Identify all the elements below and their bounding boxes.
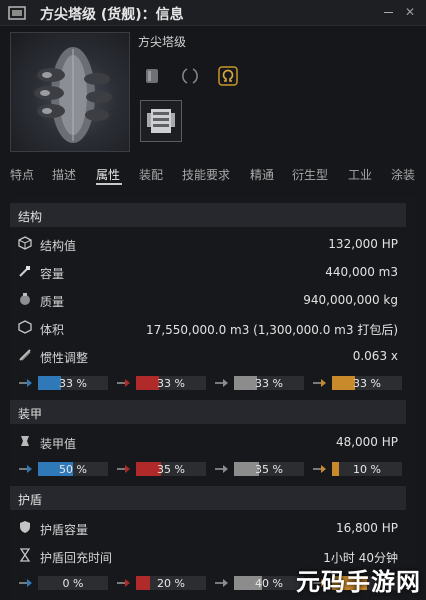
attribute-value: 440,000 m3 [325,265,398,279]
attribute-label: 结构值 [40,239,77,253]
ship-render-image [10,32,130,152]
attribute-label: 装甲值 [40,437,77,451]
resist-value: 0 % [62,577,84,590]
resist-value: 35 % [157,463,185,476]
capacity-icon [19,266,30,277]
shield-icon [20,521,30,533]
section-title: 结构 [18,210,43,224]
attribute-row: 装甲值 48,000 HP [10,428,406,456]
volume-icon [18,320,32,334]
kinetic-resist-icon [215,465,228,473]
attribute-value: 48,000 HP [335,435,398,449]
attribute-value: 132,000 HP [328,237,398,251]
resist-value: 40 % [255,577,283,590]
resist-value: 35 % [255,463,283,476]
cargo-icon[interactable] [142,66,162,86]
em-resist-icon [19,465,32,473]
resist-value: 33 % [353,377,381,390]
section-header-armor[interactable]: 装甲 [10,400,406,424]
tab-industry[interactable]: 工业 [348,166,372,183]
attribute-label: 惯性调整 [40,351,89,365]
kinetic-resist-icon [215,379,228,387]
resist-value: 33 % [255,377,283,390]
attribute-label: 护盾容量 [40,523,89,537]
ship-info-icon [8,6,26,20]
attribute-value: 17,550,000.0 m3 (1,300,000.0 m3 打包后) [146,323,398,337]
attribute-row: 结构值 132,000 HP [10,230,406,258]
attribute-label: 护盾回充时间 [40,551,113,565]
site-watermark: 元码手游网 [296,568,421,596]
attribute-row: 护盾容量 16,800 HP [10,514,406,542]
attribute-row: 惯性调整 0.063 x [10,342,406,370]
omega-icon[interactable] [218,66,238,86]
thermal-resist-icon [117,379,130,387]
section-title: 护盾 [18,493,43,507]
attribute-label: 体积 [40,323,65,337]
title-bar: 方尖塔级 (货舰)：信息 ✕ [0,0,426,26]
close-button[interactable]: ✕ [402,4,418,20]
resist-value: 33 % [59,377,87,390]
structure-icon [18,236,32,250]
tab-requirements[interactable]: 技能要求 [182,166,230,183]
tab-attributes[interactable]: 属性 [96,166,120,183]
ship-illustration [34,47,112,143]
explosive-resist-icon [313,465,326,473]
tab-description[interactable]: 描述 [52,166,76,183]
tab-traits[interactable]: 特点 [10,166,34,183]
hourglass-icon [19,548,31,562]
attribute-value: 0.063 x [352,349,398,363]
armor-icon [21,436,29,446]
active-tab-indicator [96,183,122,185]
mass-icon [20,293,30,305]
em-resist-icon [19,379,32,387]
tab-skins[interactable]: 涂装 [391,166,415,183]
resist-row-armor: 50 % 35 % 35 % 10 % [10,458,406,480]
kinetic-resist-icon [215,579,228,587]
attribute-value: 940,000,000 kg [303,293,398,307]
tab-bar: 特点 描述 属性 装配 技能要求 精通 衍生型 工业 涂装 [0,163,426,189]
tab-fitting[interactable]: 装配 [139,166,163,183]
ship-name: 方尖塔级 [138,35,187,49]
target-bracket-icon[interactable] [180,66,200,86]
section-header-structure[interactable]: 结构 [10,203,406,227]
thermal-resist-icon [117,579,130,587]
section-header-shield[interactable]: 护盾 [10,486,406,510]
fitting-thumbnail[interactable] [140,100,182,142]
resist-value: 10 % [353,463,381,476]
attribute-value: 16,800 HP [335,521,398,535]
resist-value: 50 % [59,463,87,476]
attribute-row: 容量 440,000 m3 [10,258,406,286]
minimize-button[interactable] [380,4,396,20]
tab-variations[interactable]: 衍生型 [292,166,328,183]
em-resist-icon [19,579,32,587]
resist-row-structure: 33 % 33 % 33 % 33 % [10,372,406,394]
section-title: 装甲 [18,407,43,421]
explosive-resist-icon [313,379,326,387]
window-title: 方尖塔级 (货舰)：信息 [40,7,184,23]
attribute-row: 质量 940,000,000 kg [10,286,406,314]
resist-value: 20 % [157,577,185,590]
fitting-icon [147,109,175,133]
resist-value: 33 % [157,377,185,390]
attribute-label: 质量 [40,295,65,309]
thermal-resist-icon [117,465,130,473]
inertia-icon [19,349,31,361]
attribute-row: 体积 17,550,000.0 m3 (1,300,000.0 m3 打包后) [10,314,406,342]
attribute-label: 容量 [40,267,65,281]
tab-mastery[interactable]: 精通 [250,166,274,183]
